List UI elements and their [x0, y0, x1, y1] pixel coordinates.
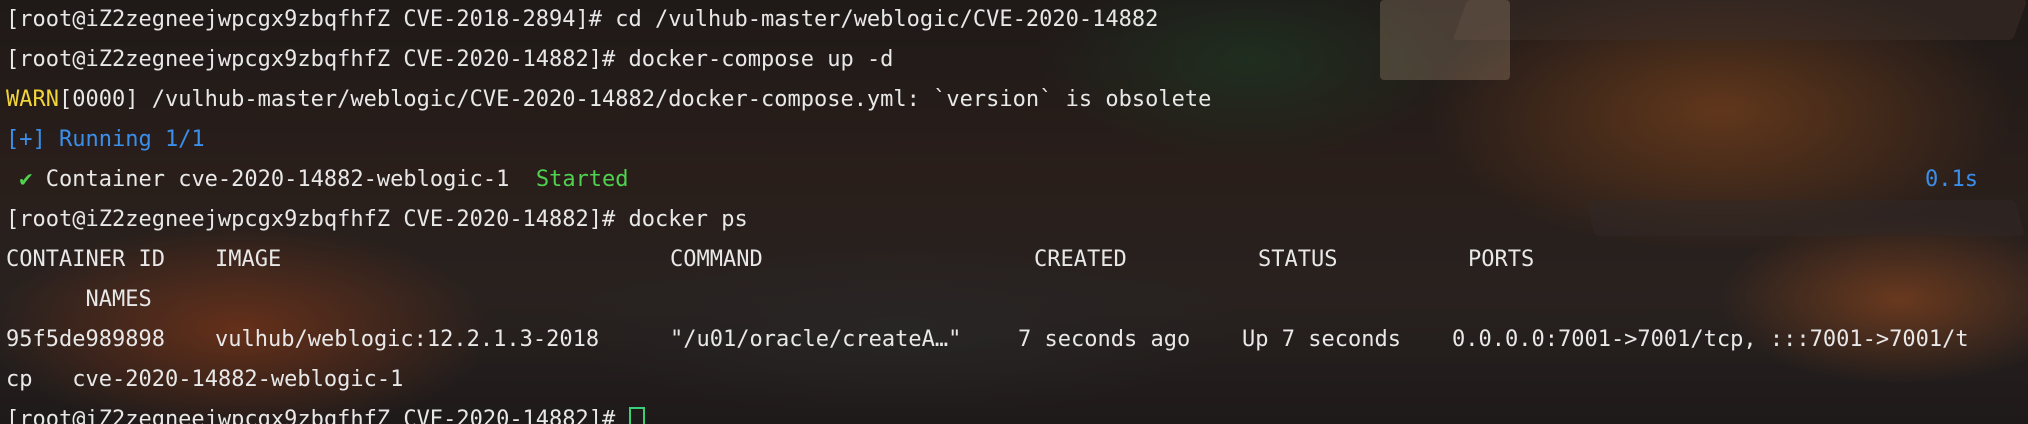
elapsed-time: 0.1s: [1925, 167, 1978, 192]
header-image: IMAGE: [215, 247, 282, 272]
cell-command: "/u01/oracle/createA…": [670, 327, 962, 352]
header-names: NAMES: [85, 287, 152, 312]
shell-prompt: [root@iZ2zegneejwpcgx9zbqfhfZ CVE-2020-1…: [6, 47, 616, 72]
cell-status: Up 7 seconds: [1242, 327, 1401, 352]
header-status: STATUS: [1258, 247, 1338, 272]
running-status: [+] Running 1/1: [6, 127, 205, 152]
command-text: docker ps: [615, 207, 748, 232]
command-text: docker-compose up -d: [615, 47, 894, 72]
command-text: cd /vulhub-master/weblogic/CVE-2020-1488…: [602, 7, 1159, 32]
cell-names: cve-2020-14882-weblogic-1: [72, 367, 404, 392]
terminal-line: [+] Running 1/1: [6, 120, 2028, 160]
terminal-line: [root@iZ2zegneejwpcgx9zbqfhfZ CVE-2018-2…: [6, 0, 2028, 40]
header-ports: PORTS: [1468, 247, 1535, 272]
header-container-id: CONTAINER ID: [6, 247, 165, 272]
terminal-line: ✔ Container cve-2020-14882-weblogic-1 St…: [6, 160, 2028, 200]
cell-image: vulhub/weblogic:12.2.1.3-2018: [215, 327, 600, 352]
warn-tag: WARN: [6, 87, 59, 112]
terminal-window[interactable]: [root@iZ2zegneejwpcgx9zbqfhfZ CVE-2018-2…: [0, 0, 2028, 424]
shell-prompt: [root@iZ2zegneejwpcgx9zbqfhfZ CVE-2020-1…: [6, 407, 616, 424]
warn-message: [0000] /vulhub-master/weblogic/CVE-2020-…: [58, 87, 1212, 112]
started-status: Started: [535, 167, 629, 192]
terminal-line: WARN[0000] /vulhub-master/weblogic/CVE-2…: [6, 80, 2028, 120]
shell-prompt: [root@iZ2zegneejwpcgx9zbqfhfZ CVE-2020-1…: [6, 207, 616, 232]
cell-container-id: 95f5de989898: [6, 327, 165, 352]
terminal-line[interactable]: [root@iZ2zegneejwpcgx9zbqfhfZ CVE-2020-1…: [6, 400, 2028, 424]
cell-ports: 0.0.0.0:7001->7001/tcp, :::7001->7001/t: [1452, 327, 1969, 352]
cell-ports-continued: cp: [6, 367, 33, 392]
table-header-row: NAMES: [6, 280, 2028, 320]
cell-created: 7 seconds ago: [1018, 327, 1191, 352]
terminal-line: [root@iZ2zegneejwpcgx9zbqfhfZ CVE-2020-1…: [6, 200, 2028, 240]
table-row-continued: cp cve-2020-14882-weblogic-1: [6, 360, 2028, 400]
cursor-icon: [628, 407, 645, 424]
terminal-output: [root@iZ2zegneejwpcgx9zbqfhfZ CVE-2018-2…: [6, 0, 2028, 424]
table-row: 95f5de989898 vulhub/weblogic:12.2.1.3-201…: [6, 320, 2028, 360]
header-command: COMMAND: [670, 247, 763, 272]
container-text: Container cve-2020-14882-weblogic-1: [32, 167, 536, 192]
shell-prompt: [root@iZ2zegneejwpcgx9zbqfhfZ CVE-2018-2…: [6, 7, 603, 32]
header-created: CREATED: [1034, 247, 1127, 272]
check-icon: ✔: [19, 167, 33, 192]
table-header-row: CONTAINER ID IMAGE COMMAND CREATED STATUS POR…: [6, 240, 2028, 280]
terminal-line: [root@iZ2zegneejwpcgx9zbqfhfZ CVE-2020-1…: [6, 40, 2028, 80]
